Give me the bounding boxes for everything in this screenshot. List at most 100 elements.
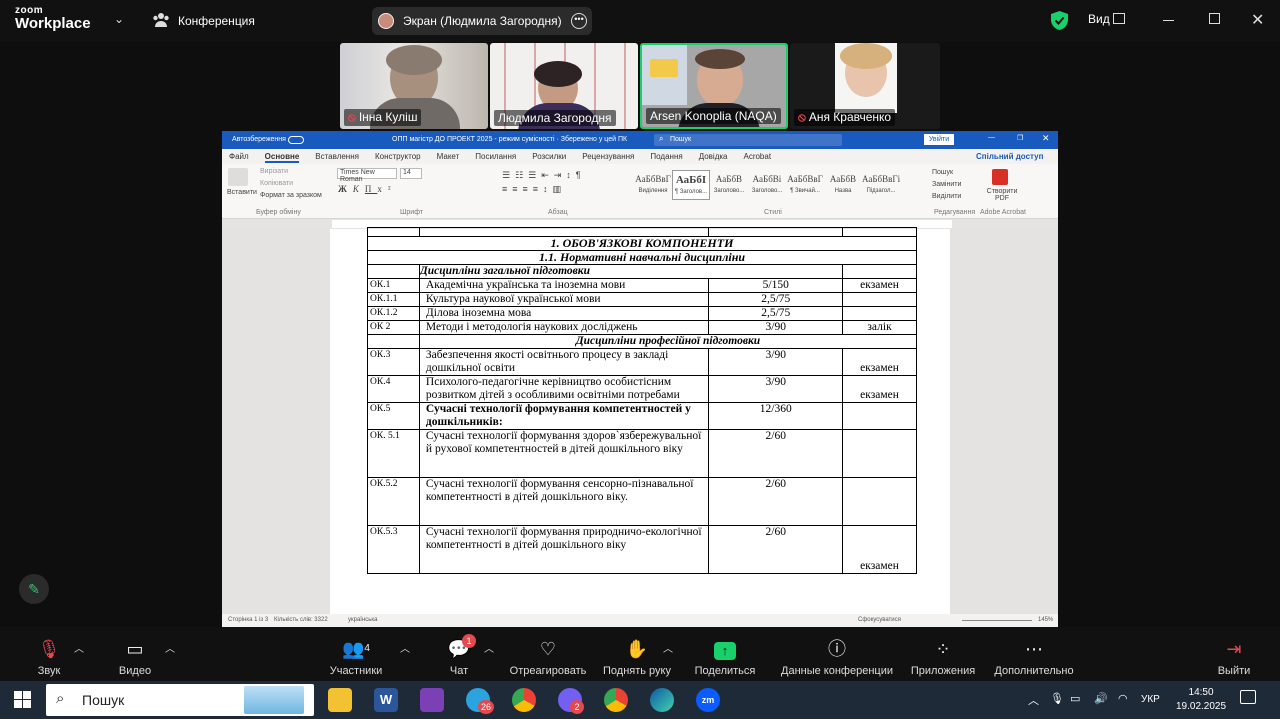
table-row: ОК.4 Психолого-педагогічне керівництво ос… [367,375,917,403]
table-cell-form: екзамен [842,278,917,293]
style-gallery-item[interactable]: АаБбВвГ ¶ Звичай... [786,170,824,200]
style-gallery-item[interactable]: АаБбВвГі Підзагол... [862,170,900,200]
table-row: 1.1. Нормативні навчальні дисципліни [367,250,917,265]
shared-screen-word-window: Автозбереження ОПП магістр ДО ПРОЕКТ 202… [222,131,1058,627]
ribbon-tabs: Файл Основне Вставлення Конструктор Макет Пос… [222,149,1058,164]
battery-icon[interactable]: ▭ [1070,692,1080,705]
participant-tile[interactable]: Людмила Загородня [490,43,638,129]
share-screen-button[interactable]: ↑ Поделиться [692,638,758,677]
style-gallery-item[interactable]: АаБбВвГ Виділення [634,170,672,200]
tab-6[interactable]: Розсилки [532,152,566,163]
chevron-up-icon[interactable]: ︿ [74,640,84,655]
search-icon: ⌕ [659,134,664,143]
microphone-icon[interactable]: 🎙 [1050,692,1064,705]
style-preview: АаБбІ [675,174,707,186]
table-cell-name: Сучасні технології формування сенсорно-п… [418,477,710,526]
style-gallery-item[interactable]: АаБбВ Заголово... [710,170,748,200]
document-page[interactable]: 1. ОБОВ'ЯЗКОВІ КОМПОНЕНТИ 1.1. Нормативн… [330,227,950,614]
style-gallery-item[interactable]: АаБбВі Заголово... [748,170,786,200]
file-explorer-icon[interactable] [328,688,352,712]
restore-button[interactable]: ❐ [1017,134,1023,142]
participant-tile-active[interactable]: Arsen Konoplia (NAQA) [640,43,788,129]
tab-3[interactable]: Конструктор [375,152,421,163]
tab-7[interactable]: Рецензування [582,152,634,163]
chrome-profile-icon[interactable] [604,688,628,712]
table-row: Дисципліни професійної підготовки [367,334,918,349]
shield-check-icon[interactable] [1051,11,1068,30]
close-icon[interactable]: ✕ [1042,133,1050,144]
chevron-up-icon[interactable]: ︿ [400,640,410,655]
chevron-up-icon[interactable]: ︿ [663,640,673,655]
chrome-icon[interactable] [512,688,536,712]
table-cell-name: Культура наукової української мови [418,292,710,307]
tab-2[interactable]: Вставлення [315,152,359,163]
close-icon[interactable]: ✕ [1251,10,1264,30]
tab-5[interactable]: Посилання [475,152,516,163]
list-buttons[interactable]: ☰☷☰⇤⇥↕¶ [502,170,586,181]
tab-9[interactable]: Довідка [699,152,728,163]
chevron-up-icon[interactable]: ︿ [1028,692,1039,708]
table-row: ОК.1.2 Ділова іноземна мова 2,5/75 [367,306,917,321]
view-menu[interactable]: Вид [1088,12,1110,26]
font-size-select[interactable]: 14 [400,168,422,179]
paste-icon[interactable] [228,168,248,186]
taskbar-search[interactable]: ⌕ Пошук [46,684,314,716]
participant-name: ⦸ Інна Куліш [344,109,422,126]
section-title: 1. ОБОВ'ЯЗКОВІ КОМПОНЕНТИ [367,236,917,251]
minimize-button[interactable] [1163,20,1174,21]
word-app-icon[interactable]: W [374,688,398,712]
tab-1[interactable]: Основне [264,152,300,163]
participant-tile[interactable]: ⦸ Інна Куліш [340,43,488,129]
notifications-icon[interactable] [1240,690,1256,704]
maximize-button[interactable] [1209,13,1220,24]
apps-button[interactable]: ⁘ Приложения [908,638,978,677]
group-title: Дисципліни професійної підготовки [418,334,918,349]
participant-tile[interactable]: ⦸ Аня Кравченко [790,43,940,129]
chevron-down-icon[interactable]: ⌄ [114,12,124,26]
table-row: ОК.1 Академічна українська та іноземна мо… [367,278,917,293]
participants-button[interactable]: 👥4 Участники [326,638,386,677]
style-preview: АаБбВвГі [862,174,900,184]
font-name-select[interactable]: Times New Roman [337,168,397,183]
video-button[interactable]: ▭ Видео [112,638,158,677]
language-indicator[interactable]: УКР [1141,694,1160,705]
align-buttons[interactable]: ≡≡≡≡↕▥ [502,184,566,195]
info-icon: ⓘ [828,639,846,659]
tab-8[interactable]: Подання [650,152,682,163]
chevron-up-icon[interactable]: ︿ [484,640,494,655]
font-format-buttons[interactable]: ЖКПx² [338,184,397,194]
edge-icon[interactable] [650,688,674,712]
react-button[interactable]: ♡ Отреагировать [506,638,590,677]
leave-button[interactable]: ⇥ Выйти [1214,638,1254,677]
word-status-bar: Сторінка 1 із 3 Кількість слів: 3322 укр… [222,614,1058,627]
document-area[interactable]: 1. ОБОВ'ЯЗКОВІ КОМПОНЕНТИ 1.1. Нормативн… [222,227,1058,614]
style-gallery-item[interactable]: АаБбІ ¶ Заголов... [672,170,710,200]
tab-0[interactable]: Файл [229,152,249,163]
zoom-slider[interactable] [962,620,1032,621]
minimize-button[interactable]: — [988,134,995,141]
style-preview: АаБбВ [829,174,857,184]
tab-10[interactable]: Acrobat [743,152,771,163]
save-app-icon[interactable] [420,688,444,712]
audio-button[interactable]: 🎙 Звук [28,638,70,677]
table-cell-form [842,477,917,526]
windows-start-icon[interactable] [14,691,31,708]
more-button[interactable]: ⋯ Дополнительно [992,638,1076,677]
sign-in-button[interactable]: Увійти [924,134,954,145]
grid-icon[interactable] [1113,13,1125,24]
mic-muted-icon: ⦸ [348,110,356,124]
style-gallery-item[interactable]: АаБбВ Назва [824,170,862,200]
conference-label[interactable]: Конференция [178,14,255,28]
meeting-info-button[interactable]: ⓘ Данные конференции [778,638,896,677]
tab-4[interactable]: Макет [437,152,460,163]
zoom-app-icon[interactable]: zm [696,688,720,712]
pdf-icon[interactable] [992,169,1008,185]
autosave-toggle[interactable] [288,136,304,144]
wifi-icon[interactable]: ◠ [1118,692,1128,705]
annotate-pen-icon[interactable]: ✎ [19,574,49,604]
volume-icon[interactable]: 🔊 [1094,692,1108,705]
chevron-up-icon[interactable]: ︿ [165,640,175,655]
share-button[interactable]: Спільний доступ [976,152,1043,161]
clock[interactable]: 14:50 19.02.2025 [1176,686,1226,714]
more-options-icon[interactable]: ••• [571,13,587,29]
